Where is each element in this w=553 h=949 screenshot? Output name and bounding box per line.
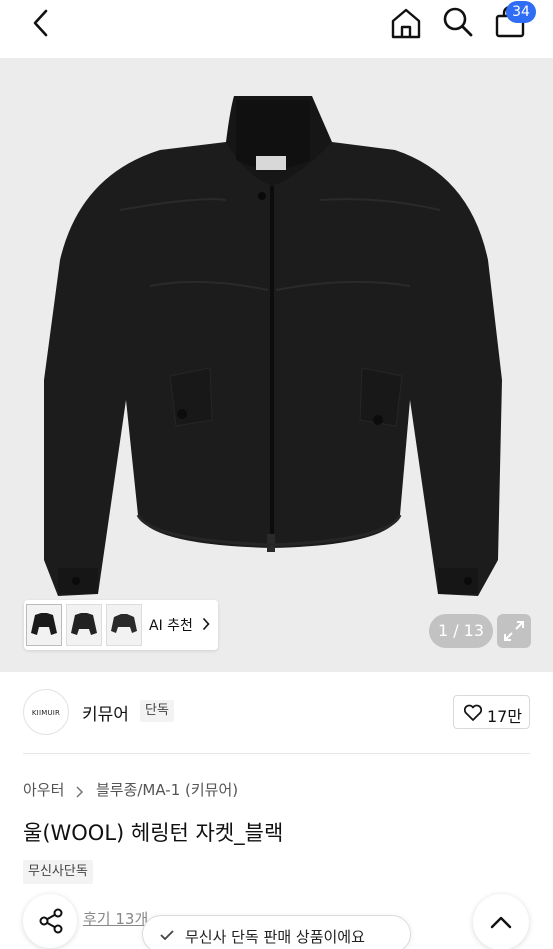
heart-icon [463, 704, 483, 721]
exclusive-badge: 단독 [140, 700, 174, 722]
search-icon[interactable] [441, 5, 475, 39]
product-title: 울(WOOL) 헤링턴 자켓_블랙 [23, 821, 284, 845]
toast-text: 무신사 단독 판매 상품이에요 [185, 928, 365, 946]
home-icon[interactable] [389, 6, 423, 40]
ai-recommendation-strip[interactable]: AI 추천 [24, 600, 218, 650]
breadcrumb-item[interactable]: 아우터 [23, 779, 64, 800]
chevron-right-icon [202, 617, 210, 631]
exclusive-toast: 무신사 단독 판매 상품이에요 [142, 915, 411, 949]
top-navigation-bar: 34 [0, 0, 553, 58]
product-image-gallery[interactable] [0, 58, 553, 672]
chevron-right-icon [74, 784, 86, 798]
expand-icon [504, 621, 524, 641]
brand-logo[interactable]: KIIMUIR [23, 689, 69, 735]
brand-name[interactable]: 키뮤어 [82, 700, 129, 725]
cart-count-badge: 34 [506, 1, 536, 23]
product-image [44, 96, 502, 596]
chevron-left-icon[interactable] [26, 6, 56, 40]
recommendation-thumbnail[interactable] [26, 604, 62, 646]
review-link[interactable]: 후기 13개 [83, 908, 148, 929]
breadcrumb-item[interactable]: 블루종/MA-1 (키뮤어) [96, 779, 238, 800]
share-icon [39, 908, 63, 934]
image-counter: 1 / 13 [429, 614, 493, 648]
recommendation-thumbnail[interactable] [106, 604, 142, 646]
share-button[interactable] [23, 894, 77, 948]
check-icon [160, 930, 174, 940]
recommendation-thumbnail[interactable] [66, 604, 102, 646]
ai-recommend-label[interactable]: AI 추천 [149, 615, 193, 635]
scroll-top-button[interactable] [473, 894, 529, 949]
musinsa-exclusive-tag: 무신사단독 [23, 860, 93, 884]
divider [23, 753, 530, 754]
like-count: 17만 [487, 707, 523, 726]
chevron-up-icon [490, 916, 512, 929]
like-button[interactable]: 17만 [453, 695, 530, 729]
breadcrumb: 아우터 블루종/MA-1 (키뮤어) [23, 779, 238, 801]
brand-row: KIIMUIR 키뮤어 단독 17만 [0, 672, 553, 754]
expand-button[interactable] [497, 614, 531, 648]
